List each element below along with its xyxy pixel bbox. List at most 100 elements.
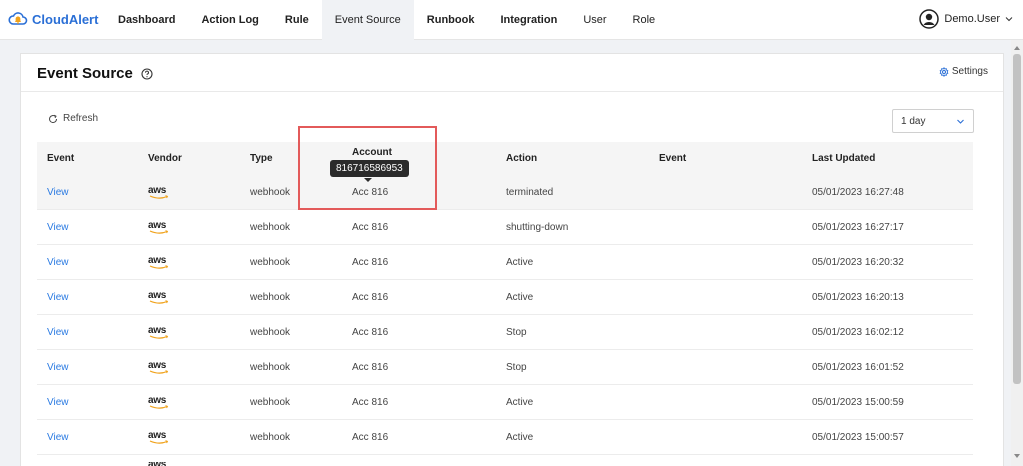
last-updated-cell: 05/01/2023 16:20:13 <box>812 291 904 303</box>
user-menu[interactable]: Demo.User <box>919 9 1013 29</box>
gear-icon <box>939 66 949 77</box>
nav-role[interactable]: Role <box>620 0 669 40</box>
view-link[interactable]: View <box>47 327 69 338</box>
last-updated-cell: 05/01/2023 16:20:32 <box>812 256 904 268</box>
app-logo[interactable]: CloudAlert <box>8 9 98 29</box>
aws-logo-icon: aws <box>148 255 170 270</box>
nav-dashboard[interactable]: Dashboard <box>105 0 188 40</box>
account-cell[interactable]: Acc 816 <box>342 222 496 233</box>
last-updated-cell: 05/01/2023 16:01:52 <box>812 361 904 373</box>
aws-logo-icon: aws <box>148 395 170 410</box>
aws-smile-icon <box>149 264 169 269</box>
action-cell: Stop <box>506 361 527 373</box>
account-cell[interactable]: Acc 816 <box>342 362 496 373</box>
top-navigation-bar: CloudAlert Dashboard Action Log Rule Eve… <box>0 0 1023 40</box>
view-link[interactable]: View <box>47 292 69 303</box>
table-body: View aws webhook Acc 816 terminated 05/01/202… <box>37 175 973 455</box>
page-title: Event Source <box>37 65 133 82</box>
aws-logo-icon: aws <box>148 360 170 375</box>
nav-user[interactable]: User <box>570 0 619 40</box>
aws-logo-icon: aws <box>148 290 170 305</box>
aws-logo-icon: aws <box>148 220 170 235</box>
table-header: Event Vendor Type Account Action Event L… <box>37 142 973 175</box>
app-name: CloudAlert <box>32 11 99 27</box>
view-link[interactable]: View <box>47 257 69 268</box>
refresh-button[interactable]: Refresh <box>48 113 98 124</box>
table-row[interactable]: View aws webhook Acc 816 Active 05/01/2023 15… <box>37 420 973 455</box>
account-cell[interactable]: Acc 816 <box>342 257 496 268</box>
vertical-scrollbar[interactable] <box>1011 40 1023 466</box>
type-cell: webhook <box>250 396 291 408</box>
table-row[interactable]: View aws webhook Acc 816 shutting-down 05/01/… <box>37 210 973 245</box>
view-link[interactable]: View <box>47 362 69 373</box>
chevron-down-icon <box>957 119 964 124</box>
view-link[interactable]: View <box>47 397 69 408</box>
scroll-up-arrow-icon[interactable] <box>1014 46 1020 50</box>
table-row[interactable]: View aws webhook Acc 816 Active 05/01/2023 16… <box>37 280 973 315</box>
last-updated-cell: 05/01/2023 15:00:57 <box>812 431 904 443</box>
time-range-value: 1 day <box>901 115 926 127</box>
table-row[interactable]: View aws webhook Acc 816 Stop 05/01/2023 16:0… <box>37 315 973 350</box>
view-link[interactable]: View <box>47 222 69 233</box>
type-cell: webhook <box>250 221 291 233</box>
last-updated-cell: 05/01/2023 16:02:12 <box>812 326 904 338</box>
column-header-last-updated[interactable]: Last Updated <box>802 153 973 164</box>
account-cell[interactable]: Acc 816 <box>342 292 496 303</box>
nav-runbook[interactable]: Runbook <box>414 0 488 40</box>
account-cell[interactable]: Acc 816 <box>342 397 496 408</box>
column-header-event-detail[interactable]: Event <box>649 153 802 164</box>
time-range-select[interactable]: 1 day <box>892 109 974 133</box>
settings-button[interactable]: Settings <box>939 66 988 77</box>
nav-rule[interactable]: Rule <box>272 0 322 40</box>
aws-logo-icon: aws <box>148 185 170 200</box>
aws-logo-partial: aws <box>148 462 240 466</box>
view-link[interactable]: View <box>47 187 69 198</box>
account-cell[interactable]: Acc 816 <box>342 327 496 338</box>
action-cell: shutting-down <box>506 221 569 233</box>
type-cell: webhook <box>250 361 291 373</box>
question-circle-icon[interactable] <box>141 68 153 80</box>
type-cell: webhook <box>250 256 291 268</box>
type-cell: webhook <box>250 291 291 303</box>
column-header-vendor[interactable]: Vendor <box>138 153 240 164</box>
aws-smile-icon <box>149 334 169 339</box>
last-updated-cell: 05/01/2023 16:27:48 <box>812 186 904 198</box>
aws-smile-icon <box>149 369 169 374</box>
view-link[interactable]: View <box>47 432 69 443</box>
user-name: Demo.User <box>944 13 1000 25</box>
action-cell: Active <box>506 396 534 408</box>
toolbar: Refresh 1 day <box>21 108 1003 138</box>
table-row[interactable]: View aws webhook Acc 816 Active 05/01/2023 15… <box>37 385 973 420</box>
aws-smile-icon <box>149 299 169 304</box>
scrollbar-thumb[interactable] <box>1013 54 1021 384</box>
action-cell: Stop <box>506 326 527 338</box>
column-header-action[interactable]: Action <box>496 153 649 164</box>
table-row[interactable]: View aws webhook Acc 816 Stop 05/01/2023 16:0… <box>37 350 973 385</box>
last-updated-cell: 05/01/2023 16:27:17 <box>812 221 904 233</box>
refresh-label: Refresh <box>63 113 99 124</box>
table-row[interactable]: View aws webhook Acc 816 Active 05/01/2023 16… <box>37 245 973 280</box>
action-cell: Active <box>506 431 534 443</box>
aws-smile-icon <box>149 194 169 199</box>
aws-logo-icon: aws <box>148 430 170 445</box>
nav-action-log[interactable]: Action Log <box>188 0 271 40</box>
nav-integration[interactable]: Integration <box>487 0 570 40</box>
column-header-event[interactable]: Event <box>37 153 138 164</box>
aws-logo-icon: aws <box>148 325 170 340</box>
highlight-annotation-box <box>298 126 437 210</box>
card-header: Event Source Settings <box>21 54 1003 92</box>
table-row-partial: aws <box>37 455 973 466</box>
chevron-down-icon <box>1005 17 1013 22</box>
scroll-down-arrow-icon[interactable] <box>1014 454 1020 458</box>
nav-event-source[interactable]: Event Source <box>321 0 414 40</box>
cloud-bell-logo-icon <box>8 12 28 25</box>
action-cell: terminated <box>506 186 554 198</box>
account-cell[interactable]: Acc 816 <box>342 432 496 443</box>
user-avatar-icon <box>919 9 940 29</box>
type-cell: webhook <box>250 326 291 338</box>
aws-smile-icon <box>149 439 169 444</box>
aws-smile-icon <box>149 404 169 409</box>
main-nav: Dashboard Action Log Rule Event Source R… <box>105 0 668 40</box>
table-row[interactable]: View aws webhook Acc 816 terminated 05/01/202… <box>37 175 973 210</box>
type-cell: webhook <box>250 431 291 443</box>
